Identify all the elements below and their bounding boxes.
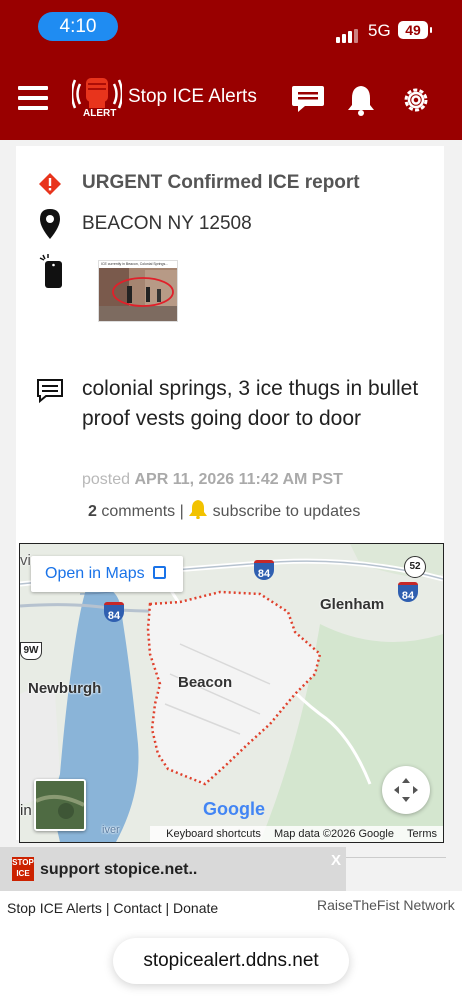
footer-sep: |: [165, 900, 170, 916]
posted-timezone: PST: [311, 471, 343, 488]
network-type: 5G: [368, 21, 391, 40]
map-embed[interactable]: Open in Maps vi Newburgh Beacon Glenham …: [19, 543, 444, 843]
footer-network-link[interactable]: RaiseTheFist Network: [317, 897, 455, 913]
thumbnail-caption: ICE currently in Beacon, Colonial Spring…: [99, 261, 177, 268]
place-label-vi: vi: [20, 552, 31, 569]
support-banner[interactable]: STOP ICE support stopice.net..: [0, 847, 346, 891]
warning-diamond-icon: [38, 172, 62, 201]
place-label-newburgh: Newburgh: [28, 680, 102, 697]
place-label-in: in: [20, 802, 32, 819]
place-label-glenham: Glenham: [320, 596, 385, 613]
open-in-maps-button[interactable]: Open in Maps: [31, 556, 183, 592]
route-52-shield: 52: [404, 556, 426, 578]
posted-date: APR 11, 2026 11:42 AM: [134, 471, 308, 488]
place-label-beacon: Beacon: [178, 674, 233, 691]
interstate-84-shield: 84: [398, 582, 418, 602]
support-text[interactable]: support stopice.net..: [40, 861, 197, 879]
report-description: colonial springs, 3 ice thugs in bullet …: [82, 377, 419, 430]
phone-camera-icon: [38, 253, 64, 294]
footer-link-alerts[interactable]: Stop ICE Alerts: [7, 900, 102, 916]
posted-label: posted: [82, 471, 131, 488]
app-logo[interactable]: ALERT: [70, 72, 124, 124]
google-wordmark: Google: [203, 799, 265, 819]
battery-indicator: 49: [398, 21, 432, 39]
interstate-84-shield: 84: [254, 560, 274, 580]
cellular-signal-icon: [336, 25, 360, 43]
keyboard-shortcuts-link[interactable]: Keyboard shortcuts: [166, 828, 261, 840]
comments-separator: |: [179, 503, 184, 520]
posted-line: posted APR 11, 2026 11:42 AM PST: [82, 471, 343, 489]
close-banner-button[interactable]: X: [331, 852, 341, 869]
subscribe-bell-icon[interactable]: [188, 499, 208, 524]
logo-text: ALERT: [83, 108, 117, 119]
stopice-logo: STOP ICE: [12, 857, 34, 881]
map-data-text: Map data ©2026 Google: [273, 828, 394, 840]
footer-link-contact[interactable]: Contact: [113, 900, 161, 916]
route-9w-shield: 9W: [20, 642, 42, 660]
terms-link[interactable]: Terms: [407, 828, 437, 840]
report-heading: URGENT Confirmed ICE report: [82, 172, 360, 193]
bell-icon[interactable]: [345, 84, 377, 121]
river-label: iver: [102, 824, 120, 836]
settings-gear-icon[interactable]: [400, 84, 432, 121]
divider: [346, 857, 446, 858]
report-photo-thumbnail[interactable]: ICE currently in Beacon, Colonial Spring…: [98, 260, 178, 322]
subscribe-link[interactable]: subscribe to updates: [213, 503, 361, 520]
footer-link-donate[interactable]: Donate: [173, 900, 218, 916]
app-header: 4:10 5G 49 ALERT Stop ICE Alerts: [0, 0, 462, 140]
fullscreen-toggle-icon[interactable]: [382, 766, 430, 814]
status-time: 4:10: [38, 12, 118, 41]
comments-line: 2 comments | subscribe to updates: [88, 499, 360, 524]
satellite-view-toggle[interactable]: [34, 779, 86, 831]
google-logo: Google: [203, 799, 265, 820]
footer-links: Stop ICE Alerts | Contact | Donate: [7, 900, 218, 916]
app-title[interactable]: Stop ICE Alerts: [128, 86, 257, 108]
comment-text-icon: [36, 378, 64, 409]
comments-count[interactable]: 2: [88, 503, 97, 520]
open-in-maps-label: Open in Maps: [45, 565, 145, 582]
browser-url-bar[interactable]: stopicealert.ddns.net: [113, 938, 349, 984]
map-attribution: Keyboard shortcuts Map data ©2026 Google…: [150, 826, 443, 842]
hamburger-menu-icon[interactable]: [18, 86, 48, 112]
footer-sep: |: [105, 900, 110, 916]
comments-link[interactable]: comments: [101, 503, 175, 520]
chat-icon[interactable]: [291, 84, 325, 119]
report-location: BEACON NY 12508: [82, 213, 252, 234]
external-link-icon: [153, 566, 166, 579]
location-pin-icon: [39, 208, 61, 245]
interstate-84-shield: 84: [104, 602, 124, 622]
